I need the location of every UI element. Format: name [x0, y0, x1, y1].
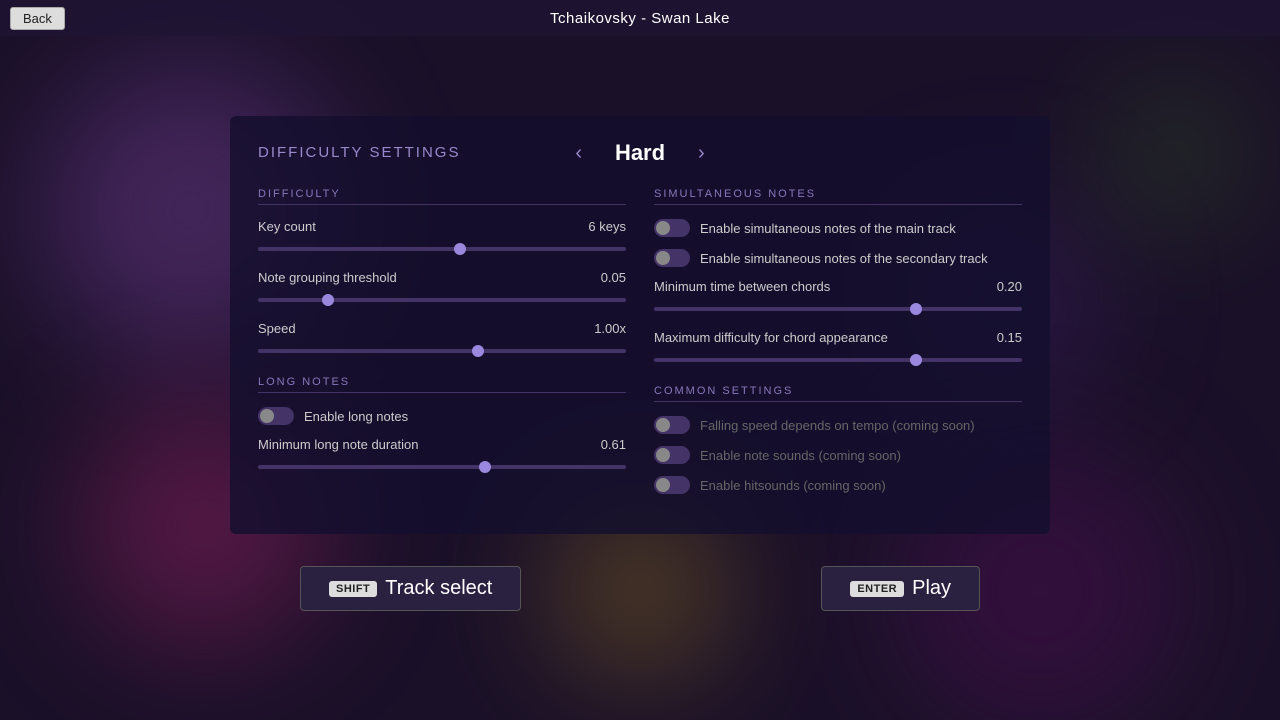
difficulty-prev-button[interactable]: ‹ — [571, 142, 586, 165]
speed-row: Speed 1.00x — [258, 321, 626, 358]
back-button[interactable]: Back — [10, 7, 65, 30]
window-title: Tchaikovsky - Swan Lake — [550, 10, 730, 27]
note-sounds-row: Enable note sounds (coming soon) — [654, 446, 1022, 464]
enable-main-track-label: Enable simultaneous notes of the main tr… — [700, 221, 956, 236]
min-long-duration-label: Minimum long note duration — [258, 437, 418, 452]
hitsounds-row: Enable hitsounds (coming soon) — [654, 476, 1022, 494]
bottom-bar: SHIFT Track select ENTER Play — [0, 566, 1280, 611]
speed-label: Speed — [258, 321, 296, 336]
max-difficulty-chord-slider[interactable] — [654, 358, 1022, 362]
difficulty-section-title: DIFFICULTY — [258, 188, 626, 205]
settings-columns: DIFFICULTY Key count 6 keys Note groupin… — [258, 188, 1022, 506]
hitsounds-toggle[interactable] — [654, 476, 690, 494]
track-select-label: Track select — [385, 577, 492, 600]
max-difficulty-chord-row: Maximum difficulty for chord appearance … — [654, 330, 1022, 367]
enable-secondary-track-label: Enable simultaneous notes of the seconda… — [700, 251, 988, 266]
long-notes-section-title: LONG NOTES — [258, 376, 626, 393]
play-button[interactable]: ENTER Play — [821, 566, 980, 611]
speed-value: 1.00x — [594, 321, 626, 336]
min-time-chords-slider[interactable] — [654, 307, 1022, 311]
max-difficulty-chord-label: Maximum difficulty for chord appearance — [654, 330, 888, 345]
enable-long-notes-row: Enable long notes — [258, 407, 626, 425]
key-count-value: 6 keys — [588, 219, 626, 234]
note-grouping-value: 0.05 — [601, 270, 626, 285]
min-time-chords-label: Minimum time between chords — [654, 279, 830, 294]
min-long-duration-value: 0.61 — [601, 437, 626, 452]
note-grouping-label: Note grouping threshold — [258, 270, 397, 285]
min-long-duration-slider[interactable] — [258, 465, 626, 469]
simultaneous-section-title: SIMULTANEOUS NOTES — [654, 188, 1022, 205]
speed-slider[interactable] — [258, 349, 626, 353]
falling-speed-toggle[interactable] — [654, 416, 690, 434]
left-column: DIFFICULTY Key count 6 keys Note groupin… — [258, 188, 626, 506]
play-key-badge: ENTER — [850, 581, 904, 597]
enable-secondary-track-row: Enable simultaneous notes of the seconda… — [654, 249, 1022, 267]
topbar: Back Tchaikovsky - Swan Lake — [0, 0, 1280, 36]
note-sounds-label: Enable note sounds (coming soon) — [700, 448, 901, 463]
note-grouping-slider[interactable] — [258, 298, 626, 302]
hitsounds-label: Enable hitsounds (coming soon) — [700, 478, 886, 493]
difficulty-next-button[interactable]: › — [694, 142, 709, 165]
falling-speed-label: Falling speed depends on tempo (coming s… — [700, 418, 975, 433]
panel-section-title: DIFFICULTY SETTINGS — [258, 144, 460, 161]
key-count-slider[interactable] — [258, 247, 626, 251]
common-section-title: COMMON SETTINGS — [654, 385, 1022, 402]
right-column: SIMULTANEOUS NOTES Enable simultaneous n… — [654, 188, 1022, 506]
falling-speed-row: Falling speed depends on tempo (coming s… — [654, 416, 1022, 434]
max-difficulty-chord-value: 0.15 — [997, 330, 1022, 345]
difficulty-settings-panel: DIFFICULTY SETTINGS ‹ Hard › DIFFICULTY … — [230, 116, 1050, 534]
difficulty-nav: ‹ Hard › — [571, 140, 708, 166]
enable-secondary-track-toggle[interactable] — [654, 249, 690, 267]
enable-main-track-row: Enable simultaneous notes of the main tr… — [654, 219, 1022, 237]
play-label: Play — [912, 577, 951, 600]
note-grouping-row: Note grouping threshold 0.05 — [258, 270, 626, 307]
panel-header: DIFFICULTY SETTINGS ‹ Hard › — [258, 140, 1022, 166]
enable-long-notes-toggle[interactable] — [258, 407, 294, 425]
min-time-chords-row: Minimum time between chords 0.20 — [654, 279, 1022, 316]
key-count-label: Key count — [258, 219, 316, 234]
track-select-key-badge: SHIFT — [329, 581, 377, 597]
note-sounds-toggle[interactable] — [654, 446, 690, 464]
key-count-row: Key count 6 keys — [258, 219, 626, 256]
track-select-button[interactable]: SHIFT Track select — [300, 566, 521, 611]
enable-main-track-toggle[interactable] — [654, 219, 690, 237]
difficulty-label: Hard — [600, 140, 680, 166]
min-time-chords-value: 0.20 — [997, 279, 1022, 294]
min-long-duration-row: Minimum long note duration 0.61 — [258, 437, 626, 474]
enable-long-notes-label: Enable long notes — [304, 409, 408, 424]
